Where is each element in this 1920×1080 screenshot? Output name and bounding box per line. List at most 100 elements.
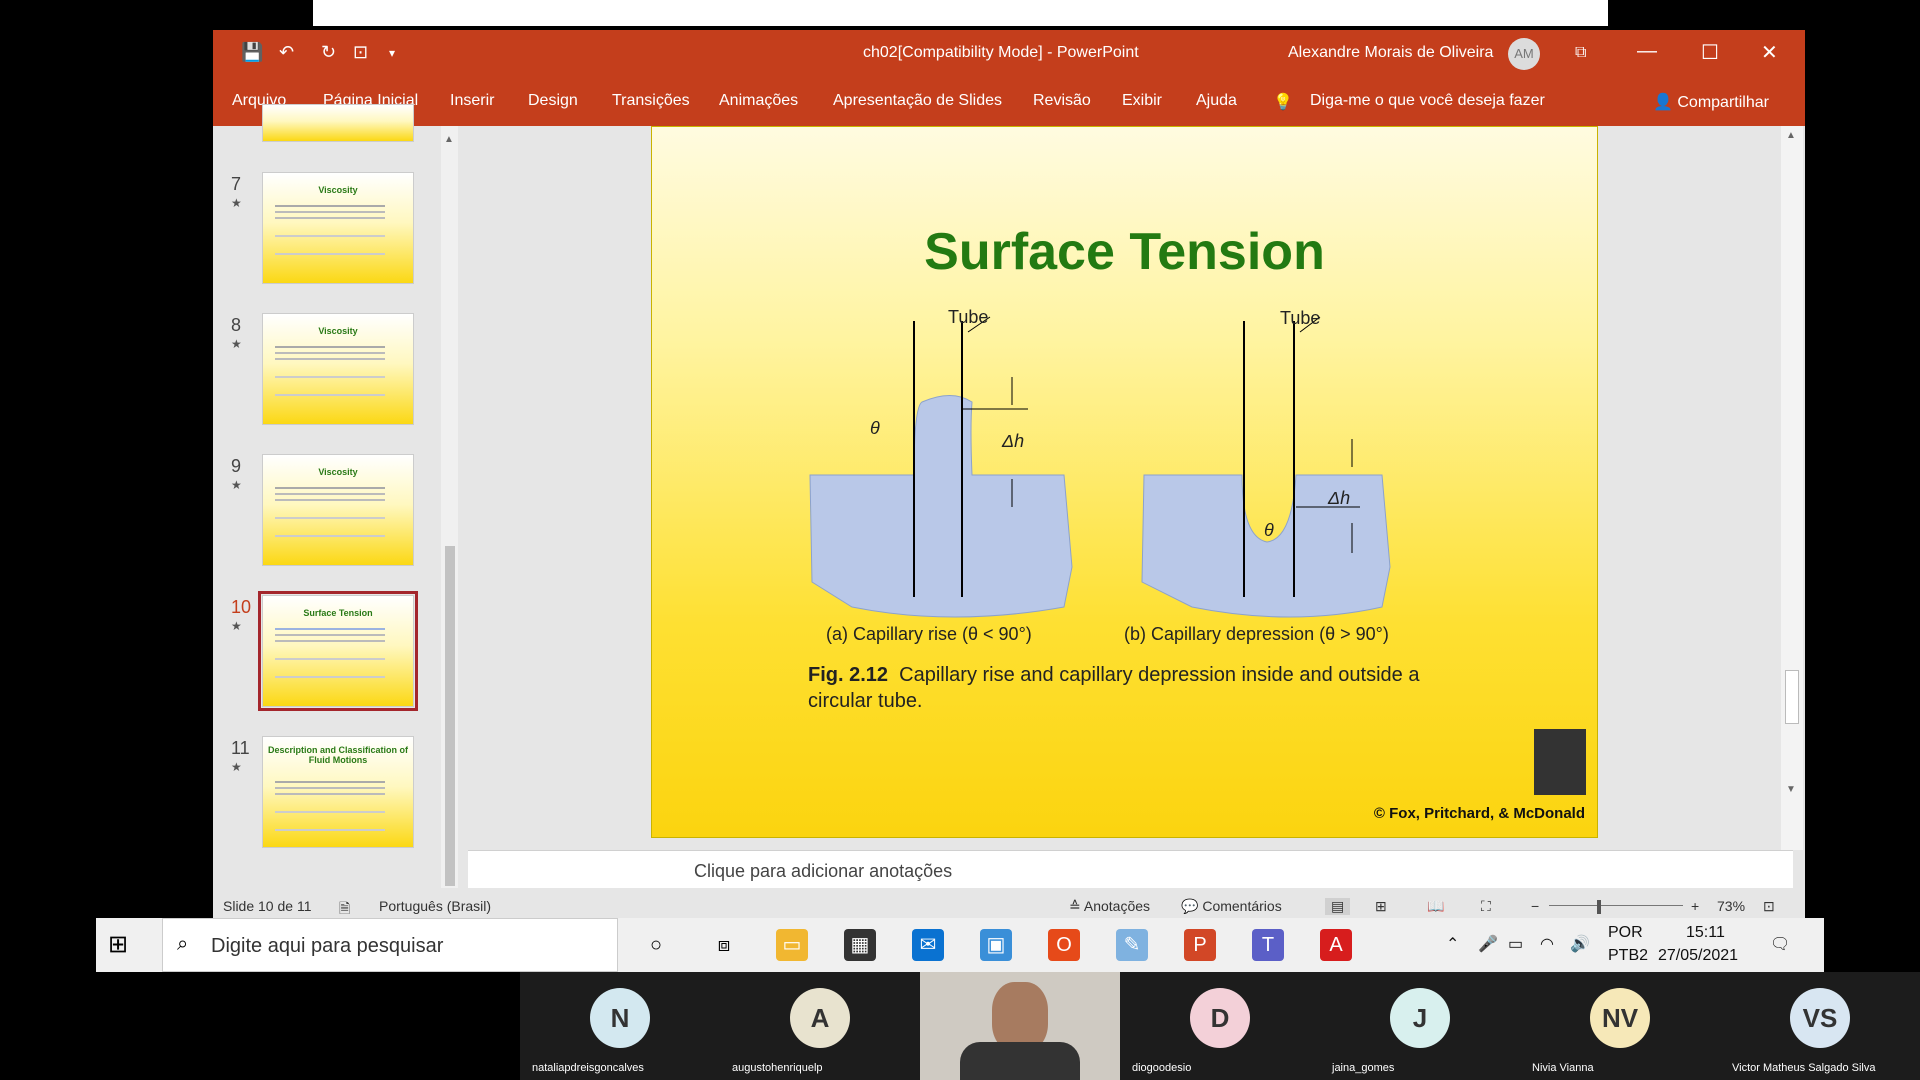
zoom-in-icon[interactable]: + bbox=[1691, 898, 1699, 914]
scroll-down-icon[interactable]: ▼ bbox=[1786, 784, 1796, 795]
microphone-icon[interactable]: 🎤 bbox=[1478, 934, 1498, 954]
tab-transicoes[interactable]: Transições bbox=[612, 92, 690, 110]
tab-apresentacao[interactable]: Apresentação de Slides bbox=[833, 92, 1002, 110]
slide-number: 8 bbox=[231, 315, 242, 335]
zoom-out-icon[interactable]: − bbox=[1531, 898, 1539, 914]
slide-thumb-8[interactable]: Viscosity bbox=[262, 313, 414, 425]
participant-tile[interactable]: Nnataliapdreisgoncalves bbox=[520, 972, 720, 1080]
scroll-thumb[interactable] bbox=[445, 546, 455, 886]
slideshow-icon[interactable]: ⛶ bbox=[1481, 898, 1491, 915]
file-explorer-icon[interactable]: ▭ bbox=[776, 929, 808, 961]
notes-label: Anotações bbox=[1083, 898, 1151, 914]
slide-thumb-6[interactable] bbox=[262, 104, 414, 142]
task-view-icon[interactable]: ⧈ bbox=[708, 929, 740, 961]
ribbon-display-icon[interactable]: ⧉ bbox=[1575, 44, 1586, 62]
animation-star-icon: ★ bbox=[231, 337, 242, 351]
figure-label: Fig. 2.12 bbox=[808, 664, 889, 686]
zoom-level[interactable]: 73% bbox=[1717, 898, 1745, 914]
slide-sorter-icon[interactable]: ⊞ bbox=[1375, 898, 1387, 915]
scroll-up-icon[interactable]: ▲ bbox=[444, 134, 454, 145]
animation-star-icon: ★ bbox=[231, 478, 242, 492]
acrobat-icon[interactable]: A bbox=[1320, 929, 1352, 961]
scroll-thumb[interactable] bbox=[1785, 670, 1799, 724]
teams-icon[interactable]: T bbox=[1252, 929, 1284, 961]
tell-me-search[interactable]: Diga-me o que você deseja fazer bbox=[1310, 92, 1545, 110]
scroll-up-icon[interactable]: ▲ bbox=[1786, 130, 1796, 141]
participant-tile[interactable]: Ddiogoodesio bbox=[1120, 972, 1320, 1080]
tab-revisao[interactable]: Revisão bbox=[1033, 92, 1091, 110]
participant-tile[interactable]: Aaugustohenriquelp bbox=[720, 972, 920, 1080]
user-avatar[interactable]: AM bbox=[1508, 38, 1540, 70]
tab-exibir[interactable]: Exibir bbox=[1122, 92, 1162, 110]
customize-qat-icon[interactable]: ▾ bbox=[389, 46, 395, 60]
current-slide[interactable]: Surface Tension Tube Tube θ Δh θ Δh (a) … bbox=[651, 126, 1598, 838]
reading-view-icon[interactable]: 📖 bbox=[1427, 898, 1444, 915]
slide-thumb-11[interactable]: Description and Classification of Fluid … bbox=[262, 736, 414, 848]
delta-h-label-a: Δh bbox=[1002, 431, 1025, 451]
undo-icon[interactable]: ↶ bbox=[279, 42, 294, 63]
notes-button[interactable]: ≙ Anotações bbox=[1069, 898, 1150, 915]
notes-pane[interactable]: Clique para adicionar anotações bbox=[468, 850, 1793, 888]
tab-ajuda[interactable]: Ajuda bbox=[1196, 92, 1237, 110]
participant-avatar: A bbox=[790, 988, 850, 1048]
windows-taskbar: ⊞ ⌕ Digite aqui para pesquisar ○ ⧈ ▭ ▦ ✉ … bbox=[96, 918, 1824, 972]
minimize-icon[interactable]: — bbox=[1637, 40, 1657, 63]
mail-icon[interactable]: ✉ bbox=[912, 929, 944, 961]
windows-start-icon[interactable]: ⊞ bbox=[108, 930, 128, 959]
clock-time[interactable]: 15:11 bbox=[1686, 924, 1725, 942]
thumbnails-scrollbar[interactable]: ▲▼ bbox=[441, 126, 458, 888]
notes-icon: ≙ bbox=[1069, 898, 1084, 914]
meeting-participants-strip: Nnataliapdreisgoncalves Aaugustohenrique… bbox=[520, 972, 1920, 1080]
close-icon[interactable]: ✕ bbox=[1761, 40, 1778, 65]
battery-icon[interactable]: ▭ bbox=[1508, 934, 1523, 954]
participant-avatar: VS bbox=[1790, 988, 1850, 1048]
fit-slide-icon[interactable]: ⊡ bbox=[1763, 898, 1775, 915]
normal-view-icon[interactable]: ▤ bbox=[1325, 898, 1351, 915]
participant-video[interactable] bbox=[920, 972, 1120, 1080]
thumb-lines bbox=[275, 205, 385, 207]
participant-tile[interactable]: NV Nivia Vianna bbox=[1520, 972, 1720, 1080]
photos-icon[interactable]: ▣ bbox=[980, 929, 1012, 961]
office-icon[interactable]: O bbox=[1048, 929, 1080, 961]
redo-icon[interactable]: ↻ bbox=[321, 42, 336, 63]
tab-design[interactable]: Design bbox=[528, 92, 578, 110]
tab-inserir[interactable]: Inserir bbox=[450, 92, 494, 110]
cortana-icon[interactable]: ○ bbox=[640, 929, 672, 961]
participant-name: Victor Matheus Salgado Silva bbox=[1732, 1062, 1876, 1074]
taskbar-search[interactable]: ⌕ Digite aqui para pesquisar bbox=[162, 918, 618, 972]
slide-thumb-7[interactable]: Viscosity bbox=[262, 172, 414, 284]
notifications-icon[interactable]: 🗨 bbox=[1770, 934, 1790, 954]
present-icon[interactable]: ⊡ bbox=[353, 42, 368, 63]
tab-animacoes[interactable]: Animações bbox=[719, 92, 798, 110]
slide-thumbnails-panel[interactable]: 7 ★ Viscosity 8 ★ Viscosity 9 ★ Viscosit… bbox=[213, 104, 458, 888]
delta-h-label-b: Δh bbox=[1328, 488, 1351, 508]
wifi-icon[interactable]: ◠ bbox=[1540, 934, 1554, 954]
participant-tile[interactable]: VS Victor Matheus Salgado Silva bbox=[1720, 972, 1920, 1080]
slide-thumb-10[interactable]: Surface Tension bbox=[258, 591, 418, 711]
comments-button[interactable]: 💬 Comentários bbox=[1181, 898, 1282, 915]
zoom-slider-handle[interactable] bbox=[1597, 900, 1601, 914]
input-language[interactable]: POR bbox=[1608, 924, 1643, 942]
slide-number: 7 bbox=[231, 174, 242, 194]
powerpoint-icon[interactable]: P bbox=[1184, 929, 1216, 961]
participant-name: augustohenriquelp bbox=[732, 1062, 823, 1074]
theta-label-b: θ bbox=[1264, 520, 1274, 540]
thumb-lines bbox=[275, 346, 385, 348]
participant-tile[interactable]: Jjaina_gomes bbox=[1320, 972, 1520, 1080]
share-button[interactable]: 👤 Compartilhar bbox=[1653, 92, 1769, 112]
save-icon[interactable]: 💾 bbox=[241, 42, 263, 63]
keyboard-layout[interactable]: PTB2 bbox=[1608, 947, 1648, 965]
volume-icon[interactable]: 🔊 bbox=[1570, 934, 1590, 954]
maximize-icon[interactable]: ☐ bbox=[1701, 40, 1719, 65]
tray-chevron-icon[interactable]: ⌃ bbox=[1446, 934, 1459, 954]
thumb-title: Viscosity bbox=[318, 326, 358, 336]
paint-icon[interactable]: ✎ bbox=[1116, 929, 1148, 961]
language-indicator[interactable]: Português (Brasil) bbox=[379, 898, 491, 914]
slide-scrollbar[interactable]: ▲ ▼ bbox=[1781, 126, 1803, 850]
store-icon[interactable]: ▦ bbox=[844, 929, 876, 961]
clock-date[interactable]: 27/05/2021 bbox=[1658, 947, 1738, 965]
slide-thumb-9[interactable]: Viscosity bbox=[262, 454, 414, 566]
window-title: ch02[Compatibility Mode] - PowerPoint bbox=[863, 44, 1139, 61]
slide-number: 10 bbox=[231, 597, 252, 617]
zoom-slider[interactable] bbox=[1549, 905, 1683, 906]
